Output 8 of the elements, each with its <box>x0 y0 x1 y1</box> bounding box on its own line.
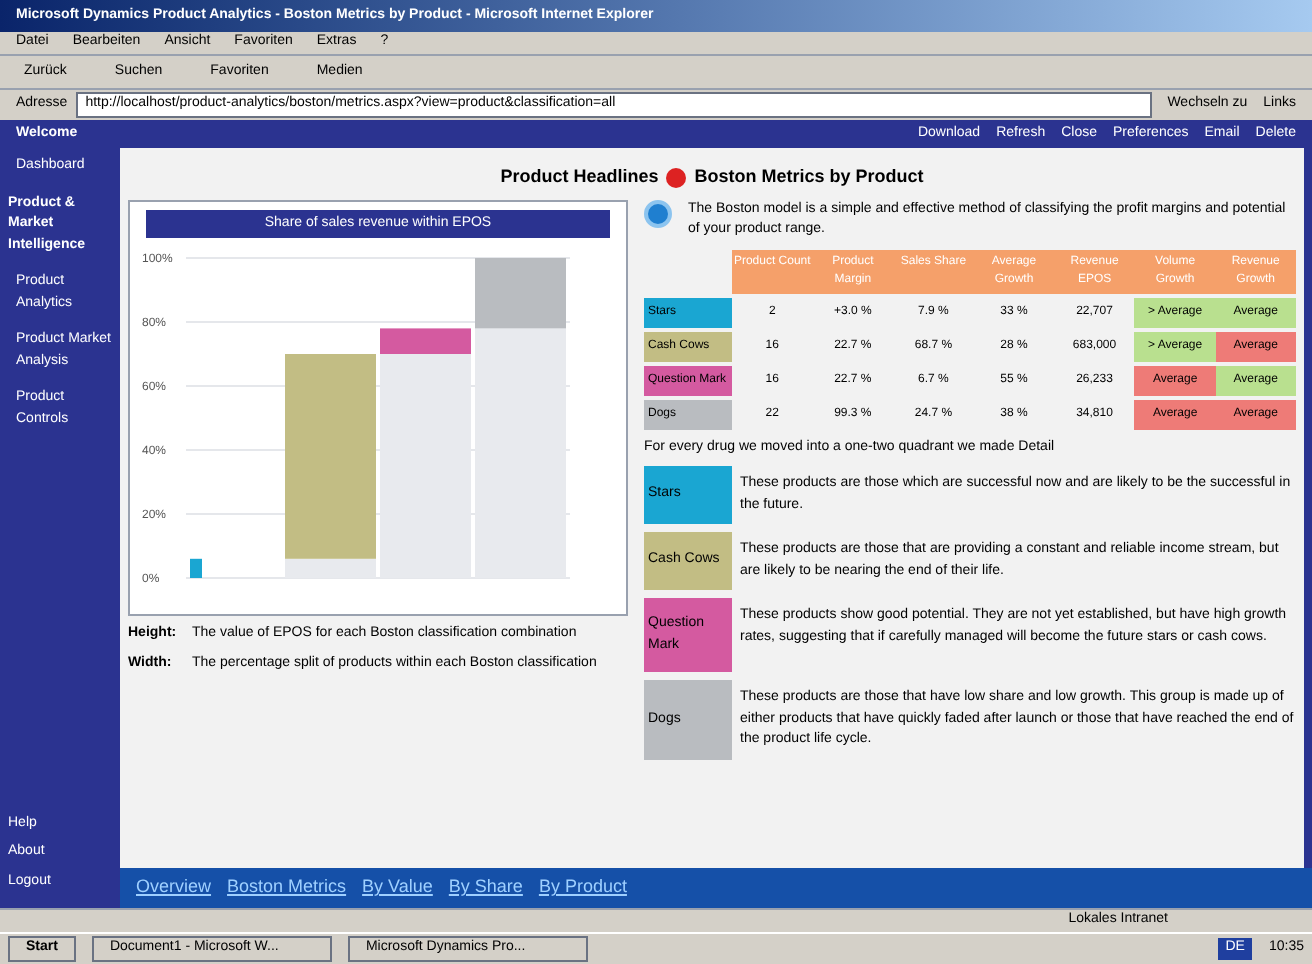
info-icon <box>644 199 672 227</box>
footer-link[interactable]: By Value <box>362 874 433 902</box>
page-heading: Product Headlines <box>500 164 659 190</box>
footer-link[interactable]: By Share <box>448 874 523 902</box>
footer-link[interactable]: By Product <box>538 874 627 902</box>
footer-link[interactable]: Overview <box>136 874 212 902</box>
page-heading: Boston Metrics by Product <box>694 164 924 190</box>
footer-link[interactable]: Boston Metrics <box>227 874 347 902</box>
